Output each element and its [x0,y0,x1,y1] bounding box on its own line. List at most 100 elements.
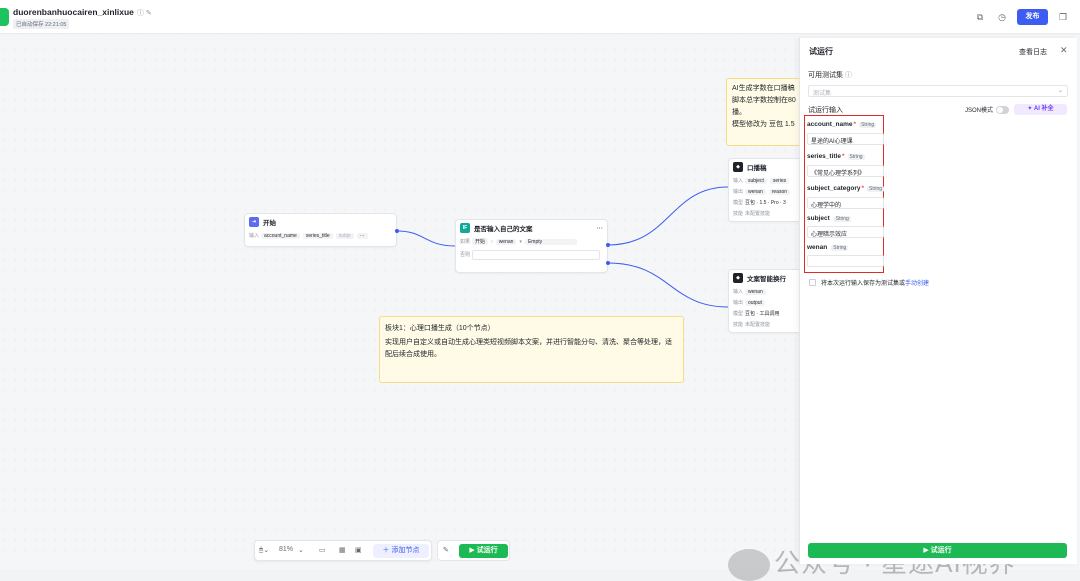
field-label: wenan String [807,244,849,251]
split-node-title: 文案智能换行 [747,276,786,283]
info-icon: ⓘ [845,72,852,79]
if-node[interactable]: IF 是否输入自己的文案 ··· 如果 开始 › wenan ▾ Empty 否则 [455,219,608,273]
param-tag: wenan [745,288,766,295]
app-logo [0,8,9,26]
field-name: subject_category [807,185,861,192]
start-node-title: 开始 [263,220,276,227]
add-node-button[interactable]: ＋ 添加节点 [373,544,429,558]
type-badge: String [867,185,885,192]
field-name: series_title [807,153,841,160]
testset-select[interactable]: 测试集 ⌄ [808,85,1068,97]
if-false-port[interactable] [606,261,610,265]
ai-fill-button[interactable]: ✦ AI 补全 [1014,104,1067,115]
history-icon[interactable]: ◷ [995,10,1009,24]
edge-if-kb [607,186,729,246]
kb-skill-value: 未配置技能 [745,211,771,217]
kb-model-label: 模型 [733,200,744,206]
node-menu-icon[interactable]: ··· [597,225,604,232]
note-line: 模型修改为 豆包 1.5 [732,121,795,128]
llm-icon: ◆ [733,273,743,283]
note-top[interactable]: AI生成字数在口播稿 脚本总字数控制在80 播。 模型修改为 豆包 1.5 [726,78,806,146]
field-label: account_name * String [807,121,877,128]
split-model-value: 豆包 · 工具调用 [745,311,780,317]
note-main-body: 实现用户自定义或自动生成心理类短视频脚本文案，并进行智能分句、清洗、聚合等处理，… [385,339,672,358]
start-node[interactable]: ⇥ 开始 输入 account_name series_title subje ·… [244,213,397,247]
zoom-level[interactable]: 81% [279,546,293,553]
wrench-icon[interactable]: ✎ [443,546,449,554]
else-slot [472,249,600,260]
run-test-button[interactable]: ▶ 试运行 [808,543,1067,558]
series-title-input[interactable]: 《常见心理学系列》 [807,165,884,177]
grid-icon[interactable]: ▦ [339,546,346,554]
field-name: subject [807,215,830,222]
info-edit-icons[interactable]: ⓘ ✎ [137,10,152,17]
chevron-down-icon[interactable]: ⌄ [298,546,304,554]
close-icon[interactable]: ✕ [1060,45,1068,56]
if-icon: IF [460,223,470,233]
publish-button[interactable]: 发布 [1017,9,1048,25]
if-node-title: 是否输入自己的文案 [474,226,533,233]
start-out-port[interactable] [395,229,399,233]
subject-input[interactable]: 心理暗示效应 [807,226,884,238]
note-main-title: 板块1：心理口播生成（10个节点） [385,325,495,332]
type-badge: String [859,121,877,128]
subject-category-input[interactable]: 心理学中的 [807,197,884,209]
workflow-title-text: duorenbanhuocairen_xinlixue [13,7,134,17]
top-bar: duorenbanhuocairen_xinlixue ⓘ ✎ 已自动保存 22:… [0,0,1080,34]
more-tag[interactable]: ··· [356,232,368,239]
json-mode-toggle[interactable] [996,106,1009,114]
run-input-label: 试运行输入 [808,107,843,114]
start-input-label: 输入 [249,233,260,239]
note-line: AI生成字数在口播稿 [732,85,795,92]
chevron-down-icon: ⌄ [1057,88,1063,94]
llm-icon: ◆ [733,162,743,172]
kb-node-title: 口播稿 [747,165,767,172]
if-var-name: wenan [495,238,517,245]
mouse-mode-icon[interactable]: 🖱︎⌄ [259,546,269,555]
edge-if-split [607,262,729,308]
split-skill-label: 技能 [733,322,744,328]
note-line: 脚本总字数控制在80 [732,97,796,104]
if-var-source: 开始 [472,238,489,245]
manual-create-link[interactable]: 手动创建 [905,281,929,287]
edge-start-if [396,230,456,247]
else-label: 否则 [460,252,471,258]
test-run-panel: 试运行 查看日志 ✕ 可用测试集 ⓘ 测试集 ⌄ 试运行输入 JSON模式 ✦ AI… [799,38,1077,564]
required-mark: * [853,121,857,128]
testset-placeholder: 测试集 [813,91,832,97]
kb-output-label: 输出 [733,189,744,195]
field-name: wenan [807,244,828,251]
type-badge: String [847,153,865,160]
json-mode-label: JSON模式 [965,108,994,114]
workflow-title[interactable]: duorenbanhuocairen_xinlixue ⓘ ✎ [13,7,152,18]
copy-icon[interactable]: ⧉ [973,10,987,24]
if-true-port[interactable] [606,243,610,247]
param-tag: subje [335,232,354,239]
minimap-icon[interactable]: ▣ [355,546,362,554]
save-testset-text: 将本次运行输入保存为测试集或手动创建 [821,278,929,287]
if-operator: Empty [524,238,577,245]
account-name-input[interactable]: 星途的AI心理课 [807,133,884,145]
wechat-watermark-icon [728,549,770,581]
type-badge: String [831,244,849,251]
if-label: 如果 [460,239,471,245]
view-log-link[interactable]: 查看日志 [1019,47,1047,57]
kb-skill-label: 技能 [733,211,744,217]
param-tag: account_name [261,232,300,239]
field-name: account_name [807,121,853,128]
field-label: subject_category * String [807,185,885,192]
wenan-input[interactable] [807,255,884,267]
split-model-label: 模型 [733,311,744,317]
bottom-toolbar: 🖱︎⌄ 81% ⌄ ▭ ▦ ▣ ＋ 添加节点 [254,540,432,561]
required-mark: * [841,153,845,160]
split-node[interactable]: ◆ 文案智能换行 输入 wenan 输出 output 模型 豆包 · 工具调用 技能未… [728,269,808,333]
comment-icon[interactable]: ▭ [319,546,326,554]
kb-node[interactable]: ◆ 口播稿 输入 subject series 输出 wenan reason 模型 豆包 … [728,158,808,222]
duplicate-icon[interactable]: ❐ [1056,10,1070,24]
testset-label: 可用测试集 ⓘ [808,70,852,80]
bottom-run-button[interactable]: ▶ 试运行 [459,544,508,558]
field-label: series_title * String [807,153,865,160]
kb-input-label: 输入 [733,178,744,184]
note-main[interactable]: 板块1：心理口播生成（10个节点） 实现用户自定义或自动生成心理类短视频脚本文案… [379,316,684,383]
save-testset-checkbox[interactable] [809,279,816,286]
